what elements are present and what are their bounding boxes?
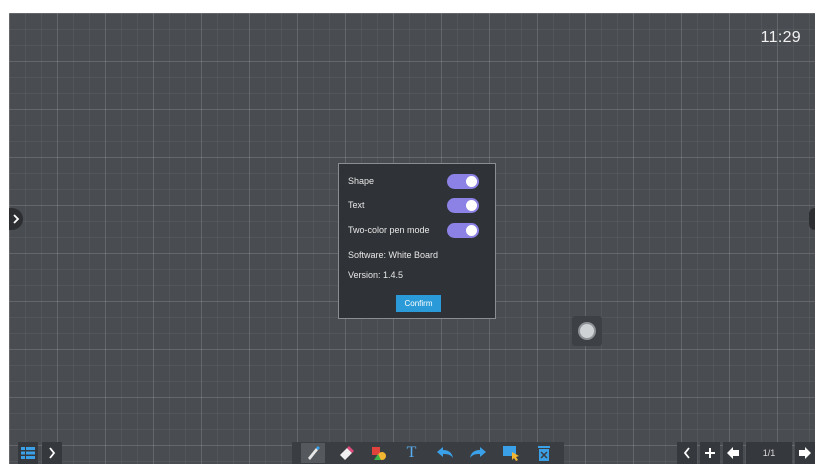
left-expand-tab[interactable] bbox=[9, 208, 23, 230]
shape-toggle[interactable] bbox=[447, 173, 479, 189]
version-info: Version: 1.4.5 bbox=[348, 270, 404, 280]
shape-tool[interactable] bbox=[367, 443, 391, 463]
select-tool[interactable] bbox=[499, 443, 523, 463]
page-navigation: 1/1 bbox=[677, 442, 815, 464]
undo-tool[interactable] bbox=[433, 443, 457, 463]
previous-page-button[interactable] bbox=[723, 442, 743, 464]
pen-tool[interactable] bbox=[300, 443, 325, 463]
select-icon bbox=[502, 446, 519, 461]
confirm-button[interactable]: Confirm bbox=[396, 295, 441, 312]
main-toolbar: T bbox=[292, 442, 564, 464]
page-indicator: 1/1 bbox=[746, 442, 792, 464]
whiteboard-canvas[interactable]: 11:29 Shape Text Two-color pen mode Soft… bbox=[9, 13, 815, 464]
chevron-right-icon bbox=[13, 214, 20, 224]
pen-icon bbox=[307, 446, 320, 460]
software-info: Software: White Board bbox=[348, 250, 439, 260]
expand-button[interactable] bbox=[42, 442, 62, 464]
setting-row-two-color-pen: Two-color pen mode bbox=[348, 222, 479, 238]
next-page-button[interactable] bbox=[795, 442, 815, 464]
floating-menu-button[interactable] bbox=[572, 316, 602, 346]
eraser-icon bbox=[339, 446, 354, 460]
circle-icon bbox=[580, 324, 594, 338]
arrow-right-icon bbox=[799, 447, 811, 459]
menu-button[interactable] bbox=[18, 442, 38, 464]
delete-tool[interactable] bbox=[532, 443, 556, 463]
clock: 11:29 bbox=[760, 29, 801, 46]
collapse-button[interactable] bbox=[677, 442, 697, 464]
text-toggle[interactable] bbox=[447, 197, 479, 213]
right-expand-tab[interactable] bbox=[809, 208, 815, 230]
chevron-right-icon bbox=[49, 447, 56, 459]
setting-label: Text bbox=[348, 200, 365, 210]
setting-label: Shape bbox=[348, 176, 375, 186]
undo-icon bbox=[436, 447, 453, 458]
settings-dialog: Shape Text Two-color pen mode Software: … bbox=[338, 163, 496, 319]
redo-icon bbox=[469, 447, 486, 458]
plus-icon bbox=[705, 448, 715, 458]
list-icon bbox=[21, 447, 35, 459]
redo-tool[interactable] bbox=[466, 443, 490, 463]
two-color-pen-toggle[interactable] bbox=[447, 222, 479, 238]
setting-row-shape: Shape bbox=[348, 173, 479, 189]
text-icon: T bbox=[406, 444, 417, 461]
eraser-tool[interactable] bbox=[334, 443, 358, 463]
add-page-button[interactable] bbox=[700, 442, 720, 464]
arrow-left-icon bbox=[727, 447, 739, 459]
setting-label: Two-color pen mode bbox=[348, 225, 430, 235]
chevron-left-icon bbox=[683, 447, 690, 459]
delete-icon bbox=[537, 446, 550, 461]
text-tool[interactable]: T bbox=[400, 443, 424, 463]
setting-row-text: Text bbox=[348, 197, 479, 213]
shape-icon bbox=[371, 447, 386, 460]
bottom-left-controls bbox=[18, 442, 62, 464]
